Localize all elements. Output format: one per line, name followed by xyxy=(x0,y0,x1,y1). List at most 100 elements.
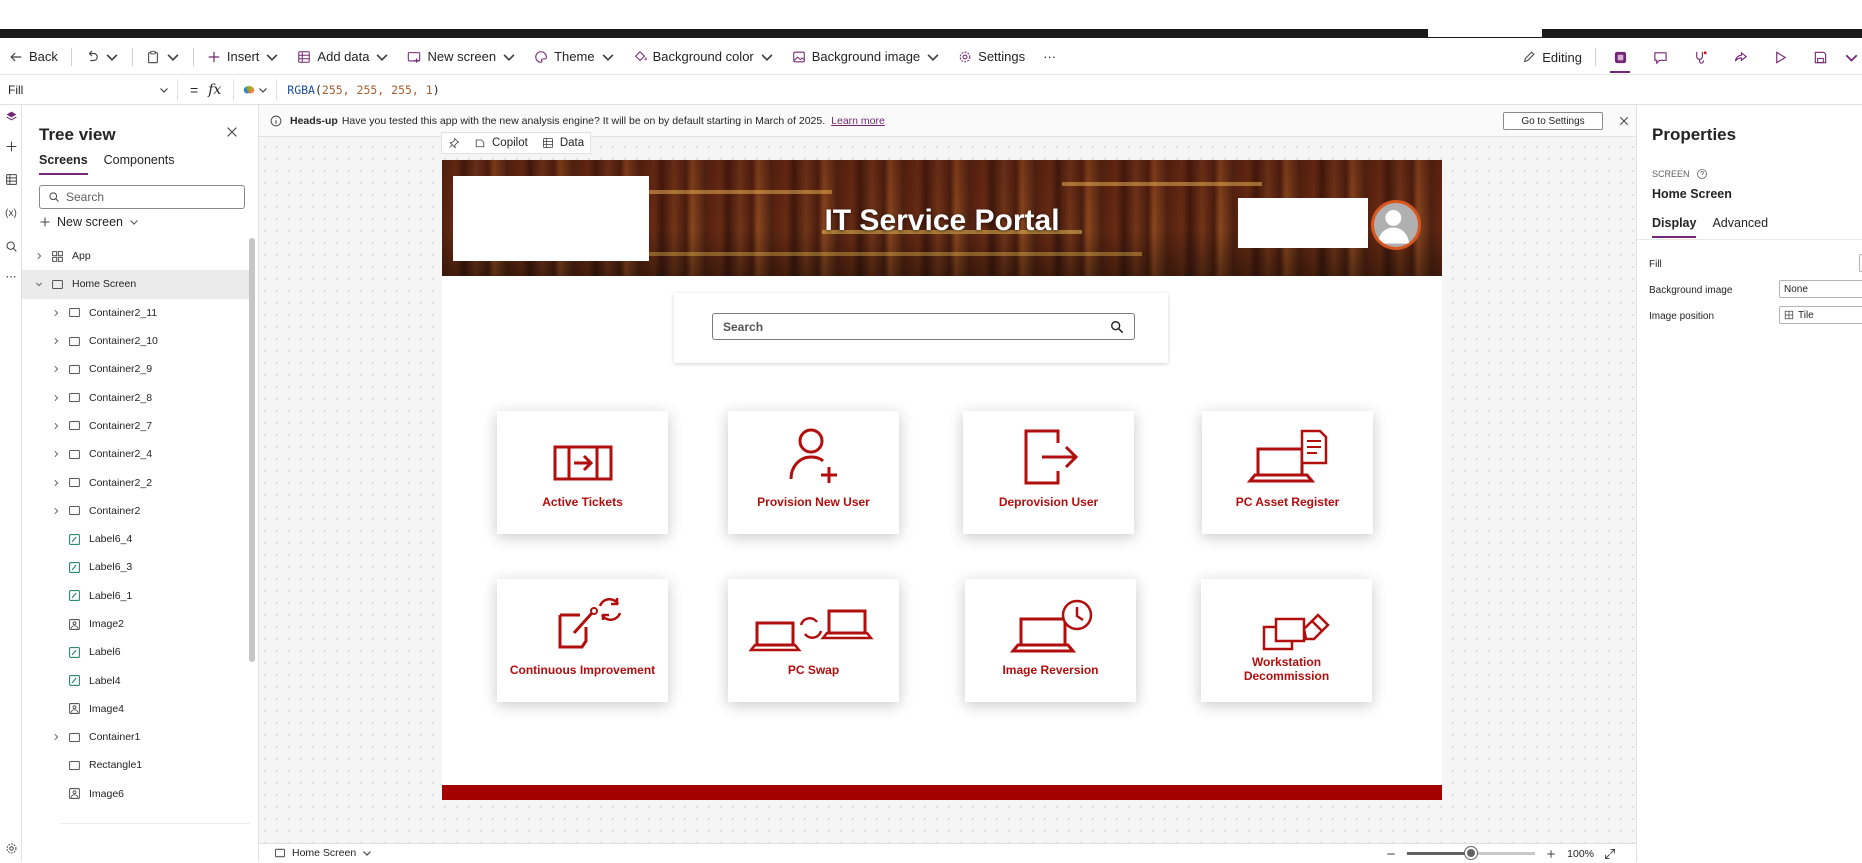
settings-button[interactable]: Settings xyxy=(949,39,1034,74)
chevron-right-icon[interactable] xyxy=(50,448,62,460)
zoom-slider-thumb[interactable] xyxy=(1465,847,1478,859)
tab-screens[interactable]: Screens xyxy=(39,153,88,175)
data-icon[interactable] xyxy=(0,168,22,190)
chevron-right-icon[interactable] xyxy=(33,250,45,262)
tree-node[interactable]: Container2_9 xyxy=(22,355,252,383)
tree-node[interactable]: Label6 xyxy=(22,638,252,666)
tab-advanced[interactable]: Advanced xyxy=(1712,216,1768,238)
chevron-right-icon[interactable] xyxy=(50,505,62,517)
tree-node[interactable]: Container2_7 xyxy=(22,412,252,440)
tree-node[interactable]: App xyxy=(22,242,252,270)
tree-node[interactable]: Container2_11 xyxy=(22,299,252,327)
tree-search-input[interactable]: Search xyxy=(39,185,245,209)
search-card: Search xyxy=(674,293,1168,363)
more-icon[interactable]: ⋯ xyxy=(0,265,22,287)
search-icon[interactable] xyxy=(0,235,22,257)
tile-active-tickets[interactable]: Active Tickets xyxy=(497,411,668,534)
comments-button[interactable] xyxy=(1640,39,1680,75)
app-checker-button[interactable] xyxy=(1680,39,1720,75)
insert-button[interactable]: Insert xyxy=(198,39,289,74)
tree-scrollbar[interactable] xyxy=(249,238,255,662)
more-icon: ··· xyxy=(1043,49,1057,64)
tree-node[interactable]: Container2 xyxy=(22,497,252,525)
close-icon[interactable] xyxy=(225,125,241,141)
tree-node[interactable]: Label6_1 xyxy=(22,582,252,610)
chevron-down-icon[interactable] xyxy=(105,50,119,64)
chevron-right-icon[interactable] xyxy=(50,363,62,375)
fit-to-window-button[interactable] xyxy=(1604,848,1616,860)
gear-icon[interactable] xyxy=(0,837,22,859)
tab-display[interactable]: Display xyxy=(1652,216,1697,238)
tile-pc-swap[interactable]: PC Swap xyxy=(728,579,899,702)
chevron-right-icon[interactable] xyxy=(50,420,62,432)
paste-button[interactable] xyxy=(137,39,189,74)
tile-continuous-improvement[interactable]: Continuous Improvement xyxy=(497,579,668,702)
background-color-button[interactable]: Background color xyxy=(624,39,783,74)
undo-button[interactable] xyxy=(76,39,128,74)
theme-button[interactable]: Theme xyxy=(525,39,623,74)
variables-icon[interactable]: (x) xyxy=(0,202,22,224)
background-image-button[interactable]: Background image xyxy=(783,39,949,74)
formula-copilot-button[interactable] xyxy=(233,78,278,101)
formula-input[interactable]: RGBA(255, 255, 255, 1) xyxy=(277,83,439,97)
tree-node[interactable]: Image4 xyxy=(22,695,252,723)
tree-node[interactable]: Container2_10 xyxy=(22,327,252,355)
more-button[interactable]: ··· xyxy=(1034,39,1065,74)
chevron-right-icon[interactable] xyxy=(50,731,62,743)
learn-more-link[interactable]: Learn more xyxy=(831,115,885,127)
table-icon xyxy=(542,138,553,148)
preview-button[interactable] xyxy=(1760,39,1800,75)
chevron-right-icon[interactable] xyxy=(50,392,62,404)
tab-components[interactable]: Components xyxy=(104,153,175,175)
help-icon[interactable] xyxy=(1696,168,1708,180)
tree-node[interactable]: Label4 xyxy=(22,666,252,694)
tree-node[interactable]: Rectangle1 xyxy=(22,751,252,779)
back-button[interactable]: Back xyxy=(0,39,67,74)
chevron-right-icon[interactable] xyxy=(50,335,62,347)
chevron-right-icon[interactable] xyxy=(50,477,62,489)
go-to-settings-button[interactable]: Go to Settings xyxy=(1503,112,1603,130)
tree-node[interactable]: Container2_4 xyxy=(22,440,252,468)
tree-node[interactable]: Image6 xyxy=(22,780,252,808)
new-screen-button[interactable]: New screen xyxy=(39,215,139,229)
tile-workstation-decommission[interactable]: Workstation Decommission xyxy=(1201,579,1372,702)
background-image-dropdown[interactable]: None xyxy=(1779,280,1862,298)
tile-deprovision-user[interactable]: Deprovision User xyxy=(963,411,1134,534)
tree-node[interactable]: Home Screen xyxy=(22,270,252,299)
new-screen-button[interactable]: New screen xyxy=(398,39,525,74)
tile-image-reversion[interactable]: Image Reversion xyxy=(965,579,1136,702)
editing-button[interactable]: Editing xyxy=(1513,39,1591,75)
data-canvas-button[interactable]: Data xyxy=(542,137,584,149)
add-data-button[interactable]: Add data xyxy=(288,39,398,74)
app-search-input[interactable]: Search xyxy=(712,313,1135,340)
tree-node[interactable]: Container2_2 xyxy=(22,468,252,496)
layers-icon[interactable] xyxy=(0,105,22,127)
property-dropdown[interactable]: Fill xyxy=(0,78,178,101)
save-options-button[interactable] xyxy=(1840,39,1862,75)
tree-node[interactable]: Image2 xyxy=(22,610,252,638)
tile-label: Continuous Improvement xyxy=(509,663,656,678)
zoom-slider[interactable] xyxy=(1407,847,1536,859)
chevron-down-icon[interactable] xyxy=(33,278,45,290)
pin-button[interactable] xyxy=(448,137,460,149)
tile-pc-asset-register[interactable]: PC Asset Register xyxy=(1202,411,1373,534)
image-position-dropdown[interactable]: Tile xyxy=(1779,306,1862,324)
zoom-out-button[interactable] xyxy=(1385,848,1397,860)
screen-selector[interactable]: Home Screen xyxy=(274,847,372,859)
zoom-in-button[interactable] xyxy=(1545,848,1557,860)
tile-provision-new-user[interactable]: Provision New User xyxy=(728,411,899,534)
tree-node[interactable]: Label6_3 xyxy=(22,553,252,581)
chevron-right-icon[interactable] xyxy=(50,307,62,319)
save-button[interactable] xyxy=(1800,39,1840,75)
tree-node[interactable]: Container1 xyxy=(22,723,252,751)
copilot-button[interactable] xyxy=(1600,39,1640,75)
avatar[interactable] xyxy=(1371,200,1421,250)
close-icon[interactable] xyxy=(1618,115,1630,127)
chevron-down-icon[interactable] xyxy=(166,50,180,64)
search-icon[interactable] xyxy=(1110,320,1124,334)
tree-node[interactable]: Container2_8 xyxy=(22,383,252,411)
insert-icon[interactable] xyxy=(0,135,22,157)
share-button[interactable] xyxy=(1720,39,1760,75)
tree-node[interactable]: Label6_4 xyxy=(22,525,252,553)
copilot-canvas-button[interactable]: Copilot xyxy=(474,137,528,149)
